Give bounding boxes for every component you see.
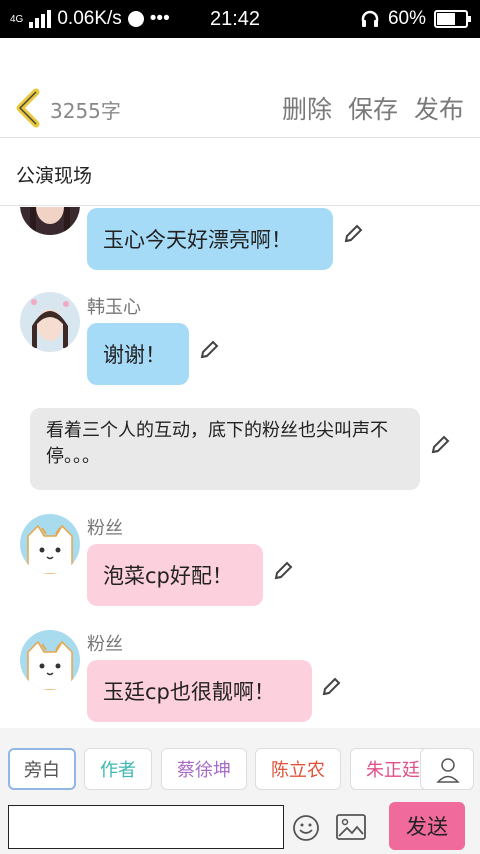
save-button[interactable]: 保存 [348,90,398,126]
clock: 21:42 [210,8,261,30]
word-count: 3255字 [50,99,121,123]
user-icon [436,758,460,783]
girl-avatar-icon [20,292,80,352]
header-actions: 删除 保存 发布 [282,90,464,126]
header: 3255字 删除 保存 发布 [0,38,480,138]
status-right: 60% [360,8,471,30]
add-role-button[interactable] [420,748,474,790]
message-text: 谢谢！ [103,343,166,367]
message-bubble[interactable]: 玉廷cp也很靓啊！ [87,660,312,722]
headphone-icon [361,10,379,27]
role-label: 陈立农 [271,760,325,781]
avatar[interactable] [20,207,80,235]
edit-pencil-icon[interactable] [429,434,451,456]
cat-avatar-icon [20,514,80,574]
back-arrow-icon[interactable] [12,88,46,128]
role-chip-character[interactable]: 蔡徐坤 [161,748,247,790]
message-bubble[interactable]: 泡菜cp好配！ [87,544,263,606]
image-icon[interactable] [336,814,366,840]
battery-percent: 60% [387,8,426,29]
role-selector: 旁白 作者 蔡徐坤 陈立农 朱正廷 [0,728,480,798]
avatar[interactable] [20,514,80,574]
narration-bubble[interactable]: 看着三个人的互动，底下的粉丝也尖叫声不停。。。 [30,408,420,490]
send-button[interactable]: 发送 [389,802,465,850]
signal-icon [29,10,52,28]
battery-icon [434,10,471,28]
emoji-icon[interactable] [292,814,320,842]
battery-fill [437,13,455,25]
edit-pencil-icon[interactable] [342,223,364,245]
sender-name: 粉丝 [87,518,123,539]
more-icon: ••• [149,8,170,29]
role-chip-character[interactable]: 陈立农 [255,748,341,790]
network-icon: 4G [10,13,24,25]
role-label: 朱正廷 [366,760,420,781]
status-left: 4G 0.06K/s ••• [10,8,170,30]
chat-feed[interactable]: 玉心今天好漂亮啊！ 韩玉心 谢谢！ 看着三个人的互动，底下的粉丝也尖叫声不停。。… [0,207,480,727]
girl-avatar-icon [20,207,80,235]
sender-name: 韩玉心 [87,297,141,318]
avatar[interactable] [20,292,80,352]
role-chip-author[interactable]: 作者 [84,748,152,790]
music-icon [127,11,144,27]
role-label: 作者 [100,760,136,781]
delete-button[interactable]: 删除 [282,90,332,126]
publish-button[interactable]: 发布 [414,90,464,126]
net-speed: 0.06K/s [57,8,122,29]
message-bubble[interactable]: 玉心今天好漂亮啊！ [87,208,333,270]
message-input[interactable] [8,805,284,849]
avatar[interactable] [20,630,80,690]
role-label: 蔡徐坤 [177,760,231,781]
role-chip-narration[interactable]: 旁白 [8,748,76,790]
chapter-title: 公演现场 [16,165,93,187]
input-bar: 发送 [0,798,480,854]
message-text: 泡菜cp好配！ [103,564,233,588]
narration-text: 看着三个人的互动，底下的粉丝也尖叫声不停。。。 [46,420,388,467]
message-text: 玉心今天好漂亮啊！ [103,228,292,252]
edit-pencil-icon[interactable] [272,560,294,582]
message-text: 玉廷cp也很靓啊！ [103,680,275,704]
cat-avatar-icon [20,630,80,690]
edit-pencil-icon[interactable] [198,339,220,361]
chapter-title-bar[interactable]: 公演现场 [0,139,480,206]
edit-pencil-icon[interactable] [320,676,342,698]
sender-name: 粉丝 [87,634,123,655]
role-label: 旁白 [24,760,60,781]
status-bar: 4G 0.06K/s ••• 21:42 60% [0,0,480,38]
message-bubble[interactable]: 谢谢！ [87,323,189,385]
